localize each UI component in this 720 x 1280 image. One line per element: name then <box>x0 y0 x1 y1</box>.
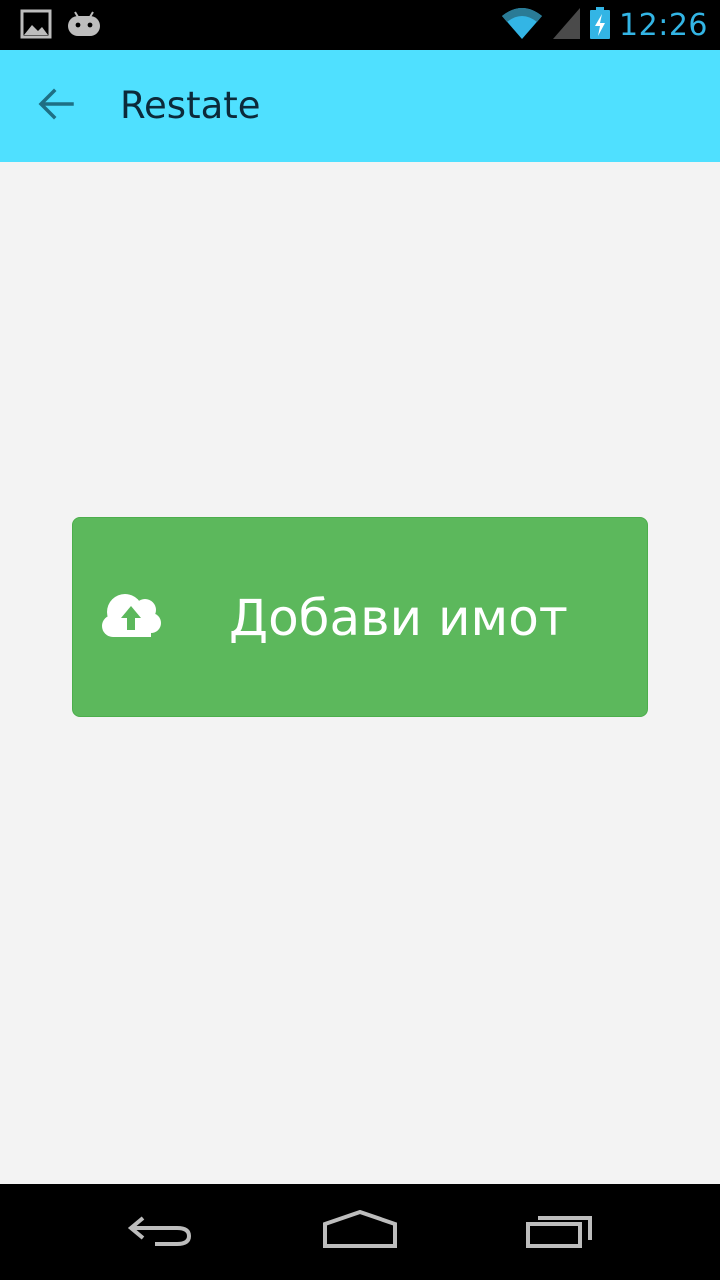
recent-apps-icon <box>524 1210 596 1255</box>
clock: 12:26 <box>619 7 708 43</box>
battery-charging-icon <box>589 6 611 45</box>
home-icon <box>322 1209 398 1255</box>
status-bar: 12:26 <box>0 0 720 50</box>
main-content: Добави имот <box>0 162 720 1184</box>
page-title: Restate <box>120 84 261 127</box>
nav-back-button[interactable] <box>110 1206 210 1258</box>
nav-recent-apps-button[interactable] <box>510 1206 610 1258</box>
cell-signal-icon <box>551 6 581 45</box>
nav-home-button[interactable] <box>310 1206 410 1258</box>
arrow-left-icon <box>38 88 74 125</box>
system-icons: 12:26 <box>501 0 708 50</box>
back-button[interactable] <box>26 78 86 134</box>
add-property-label: Добави имот <box>229 589 568 647</box>
app-bar: Restate <box>0 50 720 162</box>
android-notification-icon <box>66 8 102 45</box>
image-notification-icon <box>20 8 52 45</box>
back-icon <box>125 1210 195 1255</box>
add-property-button[interactable]: Добави имот <box>72 517 648 717</box>
notification-icons <box>20 8 102 45</box>
cloud-upload-icon <box>101 592 165 642</box>
navigation-bar <box>0 1184 720 1280</box>
wifi-icon <box>501 6 543 45</box>
